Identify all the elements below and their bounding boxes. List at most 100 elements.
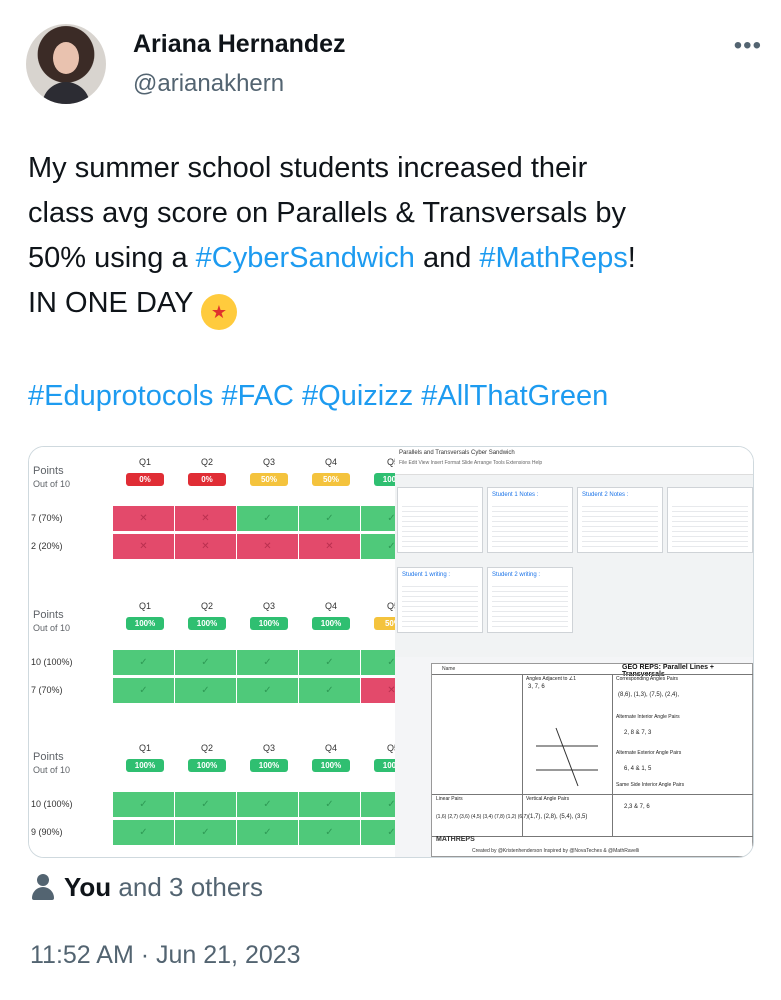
person-icon <box>30 874 56 900</box>
more-options-icon[interactable]: ••• <box>734 32 762 60</box>
correct-cell: ✓ <box>174 819 237 846</box>
accuracy-badge: 100% <box>126 617 164 630</box>
correct-cell: ✓ <box>236 677 299 704</box>
correct-cell: ✓ <box>174 649 237 676</box>
correct-cell: ✓ <box>236 649 299 676</box>
correct-cell: ✓ <box>298 677 361 704</box>
slide-thumb-body <box>402 502 478 548</box>
out-of-label: Out of 10 <box>33 623 71 633</box>
correct-cell: ✓ <box>174 791 237 818</box>
score-row-label: 7 (70%) <box>31 685 63 695</box>
liked-by[interactable]: You and 3 others <box>30 872 263 903</box>
slide-thumb-body <box>492 582 568 628</box>
quiz-report-3: Points Out of 10 Q1 100% Q2 100% Q3 100% Q4 100% Q… <box>29 739 423 857</box>
slides-screenshot: Parallels and Transversals Cyber Sandwic… <box>395 447 753 657</box>
question-header: Q4 <box>324 601 337 611</box>
tweet-line-4-text: IN ONE DAY <box>28 287 193 319</box>
correct-cell: ✓ <box>298 505 361 532</box>
incorrect-cell: ✕ <box>298 533 361 560</box>
incorrect-cell: ✕ <box>174 533 237 560</box>
slides-menu: File Edit View Insert Format Slide Arran… <box>399 460 543 466</box>
points-label: Points <box>33 609 64 621</box>
tweet-line-4: IN ONE DAY ★ <box>28 281 758 330</box>
correct-cell: ✓ <box>236 505 299 532</box>
author-name[interactable]: Ariana Hernandez <box>133 30 346 59</box>
quiz-results-panel: Points Out of 10 Q1 0% Q2 0% Q3 50% Q4 50% Q5 100% 7… <box>29 447 423 857</box>
accuracy-badge: 100% <box>250 759 288 772</box>
correct-cell: ✓ <box>298 791 361 818</box>
vertical-answer: (1,7), (2,8), (5,4), (3,5) <box>528 814 588 820</box>
divider <box>432 836 753 837</box>
timestamp[interactable]: 11:52 AM · Jun 21, 2023 <box>30 941 301 970</box>
question-header: Q2 <box>200 457 213 467</box>
slide-thumb-1: Student 1 Notes : <box>487 487 573 553</box>
correct-cell: ✓ <box>236 791 299 818</box>
correct-cell: ✓ <box>112 791 175 818</box>
worksheet: Name GEO REPS: Parallel Lines + Transver… <box>431 663 753 857</box>
tweet-media[interactable]: Points Out of 10 Q1 0% Q2 0% Q3 50% Q4 50% Q5 100% 7… <box>28 446 754 858</box>
out-of-label: Out of 10 <box>33 765 71 775</box>
accuracy-badge: 100% <box>312 617 350 630</box>
slide-thumb-body <box>672 502 748 548</box>
hashtags-line[interactable]: #Eduprotocols #FAC #Quizizz #AllThatGree… <box>28 380 608 413</box>
divider <box>432 794 753 795</box>
question-header: Q1 <box>138 601 151 611</box>
accuracy-badge: 100% <box>126 759 164 772</box>
correct-cell: ✓ <box>112 677 175 704</box>
score-row-label: 2 (20%) <box>31 541 63 551</box>
tweet-line-1: My summer school students increased thei… <box>28 152 588 184</box>
mathreps-logo: MATHREPS <box>436 836 475 843</box>
accuracy-badge: 100% <box>188 617 226 630</box>
author-handle[interactable]: @arianakhern <box>133 70 284 98</box>
corresponding-label: Corresponding Angles Pairs <box>616 676 678 682</box>
slide-thumb-intro <box>397 487 483 553</box>
linear-pairs-label: Linear Pairs <box>436 796 463 802</box>
score-row-label: 9 (90%) <box>31 827 63 837</box>
same-side-label: Same Side Interior Angle Pairs <box>616 782 685 788</box>
question-header: Q4 <box>324 743 337 753</box>
alt-exterior-label: Alternate Exterior Angle Pairs <box>616 750 682 756</box>
accuracy-badge: 0% <box>188 473 226 486</box>
tweet-line-3-mid: and <box>414 242 480 274</box>
question-header: Q4 <box>324 457 337 467</box>
avatar[interactable] <box>26 24 106 104</box>
tweet-text: My summer school students increased thei… <box>28 146 758 330</box>
accuracy-badge: 50% <box>312 473 350 486</box>
adjacent-label: Angles Adjacent to ∠1 <box>526 676 577 682</box>
slide-thumb-title: Student 1 writing : <box>402 572 451 578</box>
tweet-line-3-prefix: 50% using a <box>28 242 196 274</box>
worksheet-name-label: Name <box>442 666 456 672</box>
out-of-label: Out of 10 <box>33 479 71 489</box>
slide-thumb-5: Student 2 writing : <box>487 567 573 633</box>
accuracy-badge: 100% <box>312 759 350 772</box>
divider <box>432 674 753 675</box>
score-row-label: 7 (70%) <box>31 513 63 523</box>
correct-cell: ✓ <box>298 649 361 676</box>
hashtag-mathreps[interactable]: #MathReps <box>479 242 627 274</box>
question-header: Q2 <box>200 743 213 753</box>
accuracy-badge: 0% <box>126 473 164 486</box>
slides-and-worksheet-panel: Parallels and Transversals Cyber Sandwic… <box>395 447 753 857</box>
question-header: Q1 <box>138 743 151 753</box>
accuracy-badge: 50% <box>250 473 288 486</box>
adjacent-answer: 3, 7, 6 <box>528 684 545 690</box>
transversal-diagram <box>536 727 598 787</box>
incorrect-cell: ✕ <box>112 505 175 532</box>
question-header: Q2 <box>200 601 213 611</box>
question-header: Q3 <box>262 743 275 753</box>
question-header: Q3 <box>262 601 275 611</box>
question-header: Q3 <box>262 457 275 467</box>
slide-thumb-body <box>402 582 478 628</box>
hashtag-cybersandwich[interactable]: #CyberSandwich <box>196 242 415 274</box>
worksheet-footer: Created by @Kristenhenderson Inspired by… <box>472 848 640 854</box>
accuracy-badge: 100% <box>188 759 226 772</box>
score-row-label: 10 (100%) <box>31 657 73 667</box>
incorrect-cell: ✕ <box>174 505 237 532</box>
quiz-report-1: Points Out of 10 Q1 0% Q2 0% Q3 50% Q4 50% Q5 100% 7… <box>29 453 423 593</box>
alt-exterior-answer: 6, 4 & 1, 5 <box>624 766 652 772</box>
slide-thumb-4 <box>667 487 753 553</box>
tweet-line-3-suffix: ! <box>627 242 636 274</box>
alt-interior-answer: 2, 8 & 7, 3 <box>624 730 652 736</box>
score-row-label: 10 (100%) <box>31 799 73 809</box>
alt-interior-label: Alternate Interior Angle Pairs <box>616 714 680 720</box>
